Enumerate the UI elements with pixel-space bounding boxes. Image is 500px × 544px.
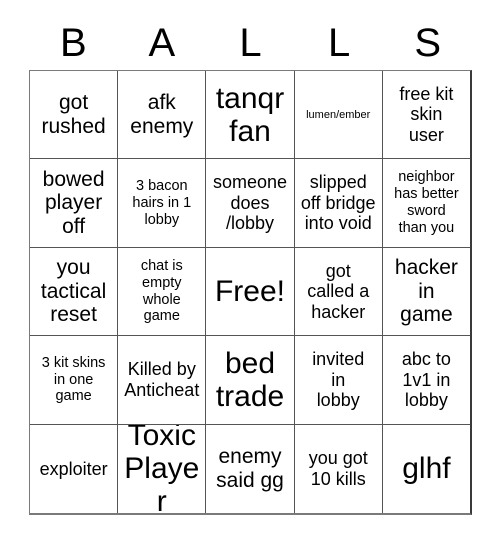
bingo-grid: got rushed afk enemy tanqr fan lumen/emb… (29, 70, 472, 515)
bingo-cell-text: got called a hacker (307, 260, 370, 322)
bingo-cell-s1[interactable]: free kit skin user (382, 71, 471, 160)
bingo-cell-text: exploiter (39, 458, 108, 479)
bingo-cell-a3[interactable]: chat is empty whole game (118, 247, 207, 337)
bingo-row: got rushed afk enemy tanqr fan lumen/emb… (30, 71, 471, 160)
bingo-row: 3 kit skins in one game Killed by Antich… (30, 336, 471, 425)
bingo-header-letter-a: A (148, 21, 176, 65)
bingo-cell-text: 3 bacon hairs in 1 lobby (132, 177, 192, 228)
bingo-cell-text: got rushed (41, 91, 106, 138)
bingo-cell-text: bowed player off (42, 167, 105, 238)
bingo-cell-s2[interactable]: neighbor has better sword than you (382, 159, 471, 248)
bingo-cell-text: someone does /lobby (212, 172, 288, 234)
bingo-header-letter-l2: L (327, 21, 351, 65)
bingo-cell-text: bed trade (215, 346, 285, 413)
bingo-cell-b3[interactable]: you tactical reset (30, 247, 119, 337)
bingo-cell-l2-1[interactable]: lumen/ember (294, 71, 383, 160)
bingo-cell-text: you got 10 kills (308, 448, 368, 489)
bingo-cell-free[interactable]: Free! (206, 247, 295, 337)
bingo-cell-l2-5[interactable]: you got 10 kills (294, 424, 383, 514)
bingo-cell-text: Toxic Player (124, 424, 200, 514)
bingo-cell-b1[interactable]: got rushed (30, 71, 119, 160)
bingo-cell-b5[interactable]: exploiter (30, 424, 119, 514)
bingo-cell-s5[interactable]: glhf (382, 424, 471, 514)
bingo-cell-text: enemy said gg (216, 445, 284, 492)
bingo-cell-text: afk enemy (130, 91, 194, 138)
bingo-header-row: B A L L S (29, 16, 472, 70)
bingo-cell-a4[interactable]: Killed by Anticheat (118, 336, 207, 425)
bingo-header-letter-b: B (59, 21, 87, 65)
bingo-cell-l1-2[interactable]: someone does /lobby (206, 159, 295, 248)
bingo-cell-b4[interactable]: 3 kit skins in one game (30, 336, 119, 425)
bingo-cell-text: Killed by Anticheat (124, 359, 200, 400)
bingo-card: B A L L S got rushed afk enemy tanqr fan… (0, 0, 500, 544)
bingo-cell-text: tanqr fan (215, 81, 285, 148)
bingo-cell-a2[interactable]: 3 bacon hairs in 1 lobby (118, 159, 207, 248)
bingo-row: you tactical reset chat is empty whole g… (30, 247, 471, 337)
bingo-cell-l1-1[interactable]: tanqr fan (206, 71, 295, 160)
bingo-cell-text: hacker in game (394, 256, 458, 327)
bingo-cell-text: glhf (402, 452, 451, 486)
bingo-cell-text: abc to 1v1 in lobby (401, 349, 451, 411)
bingo-cell-text: 3 kit skins in one game (41, 354, 106, 405)
bingo-header-letter-s: S (414, 21, 442, 65)
bingo-cell-text: free kit skin user (399, 83, 454, 145)
bingo-cell-a5[interactable]: Toxic Player (118, 424, 207, 514)
bingo-header-letter-l1: L (239, 21, 262, 65)
bingo-cell-l2-3[interactable]: got called a hacker (294, 247, 383, 337)
bingo-cell-s3[interactable]: hacker in game (382, 247, 471, 337)
bingo-cell-a1[interactable]: afk enemy (118, 71, 207, 160)
bingo-cell-text: invited in lobby (312, 349, 365, 411)
bingo-cell-b2[interactable]: bowed player off (30, 159, 119, 248)
bingo-cell-l1-5[interactable]: enemy said gg (206, 424, 295, 514)
bingo-row: exploiter Toxic Player enemy said gg you… (30, 424, 471, 514)
bingo-cell-text: neighbor has better sword than you (394, 169, 459, 236)
bingo-row: bowed player off 3 bacon hairs in 1 lobb… (30, 159, 471, 248)
bingo-cell-text: lumen/ember (306, 108, 371, 121)
bingo-cell-l2-2[interactable]: slipped off bridge into void (294, 159, 383, 248)
bingo-cell-text: slipped off bridge into void (300, 172, 376, 234)
bingo-cell-text: you tactical reset (40, 256, 107, 327)
bingo-cell-s4[interactable]: abc to 1v1 in lobby (382, 336, 471, 425)
bingo-cell-l1-4[interactable]: bed trade (206, 336, 295, 425)
bingo-cell-text: chat is empty whole game (140, 257, 183, 325)
bingo-cell-l2-4[interactable]: invited in lobby (294, 336, 383, 425)
bingo-free-space-text: Free! (214, 275, 286, 309)
